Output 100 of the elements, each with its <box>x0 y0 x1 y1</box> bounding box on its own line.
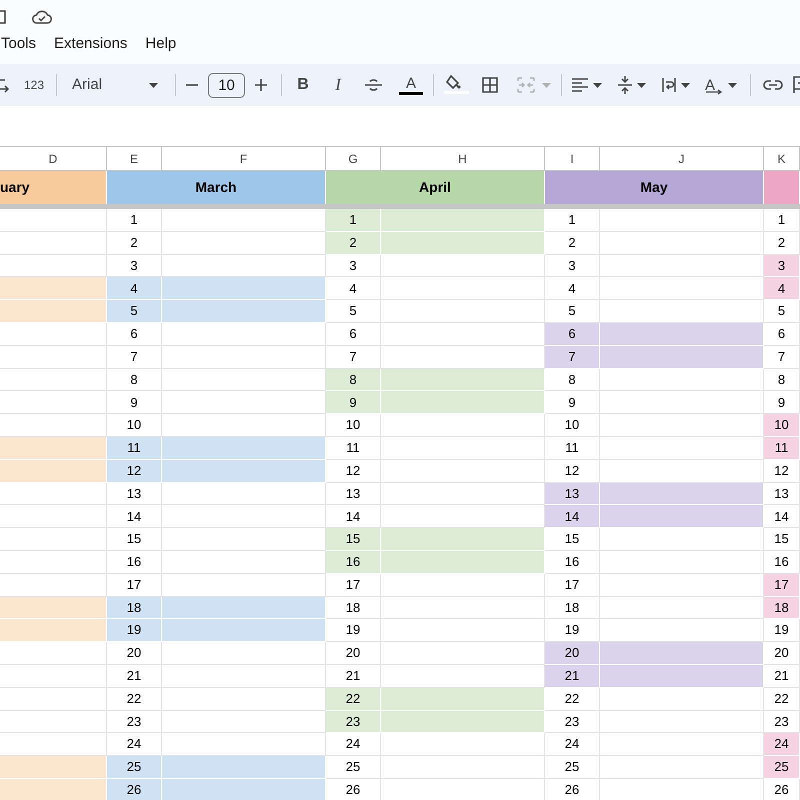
day-cell: 9 <box>107 391 162 414</box>
day-cell: 23 <box>545 710 600 734</box>
dropdown-caret-icon[interactable] <box>637 82 646 88</box>
day-cell: 5 <box>545 300 600 323</box>
day-cell: 17 <box>545 574 600 597</box>
day-cell: 5 <box>764 300 800 323</box>
day-cell: 8 <box>107 368 162 392</box>
day-cell: 5 <box>326 300 381 323</box>
menu-item[interactable]: Tools <box>1 32 36 56</box>
day-cell: 18 <box>764 596 800 620</box>
align-left-icon[interactable] <box>572 78 588 92</box>
day-cell: 24 <box>545 733 600 756</box>
column-header[interactable]: H <box>381 147 545 171</box>
plus-icon[interactable] <box>255 79 268 91</box>
day-cell: 12 <box>326 460 381 483</box>
day-cell: 12 <box>764 460 800 483</box>
day-cell: 7 <box>107 346 162 369</box>
dropdown-caret-icon[interactable] <box>681 82 690 88</box>
day-cell: 1 <box>107 209 162 232</box>
day-cell: 16 <box>545 550 600 574</box>
day-cell: 17 <box>326 574 381 597</box>
column-header[interactable]: E <box>107 147 162 171</box>
month-header: May <box>545 171 764 204</box>
day-cell: 21 <box>764 664 800 688</box>
day-cell: 21 <box>107 664 162 688</box>
column-header[interactable]: I <box>545 147 600 171</box>
month-header: uary <box>0 171 107 204</box>
day-cell: 11 <box>545 436 600 460</box>
day-cell: 4 <box>107 277 162 300</box>
day-cell: 23 <box>107 710 162 734</box>
day-cell: 12 <box>545 460 600 483</box>
bold-button[interactable]: B <box>297 73 310 97</box>
day-cell: 23 <box>764 710 800 734</box>
day-cell: 13 <box>326 482 381 506</box>
dropdown-caret-icon[interactable] <box>149 82 158 88</box>
day-cell: 16 <box>764 550 800 574</box>
day-cell: 14 <box>107 505 162 528</box>
column-header[interactable]: G <box>326 147 381 171</box>
day-cell: 12 <box>107 460 162 483</box>
day-cell: 16 <box>326 550 381 574</box>
day-cell: 8 <box>545 368 600 392</box>
decimal-arrow-icon[interactable] <box>0 77 10 93</box>
day-cell: 15 <box>545 528 600 551</box>
borders-icon[interactable] <box>482 77 498 93</box>
arrow-icon <box>705 89 724 95</box>
menu-item[interactable]: Help <box>145 32 176 56</box>
day-cell: 2 <box>326 232 381 255</box>
day-cell: 3 <box>107 254 162 278</box>
paint-bucket-icon[interactable] <box>444 75 470 95</box>
day-cell: 6 <box>326 322 381 346</box>
vertical-align-icon[interactable] <box>618 76 632 94</box>
text-wrap-icon[interactable] <box>662 77 676 93</box>
font-dropdown[interactable]: Arial <box>72 74 148 96</box>
day-cell: 9 <box>545 391 600 414</box>
day-cell: 22 <box>326 688 381 711</box>
day-cell: 18 <box>107 596 162 620</box>
day-cell: 21 <box>545 664 600 688</box>
dropdown-caret-icon[interactable] <box>593 82 602 88</box>
strikethrough-icon[interactable] <box>365 77 382 93</box>
column-header[interactable]: K <box>764 147 800 171</box>
day-cell: 20 <box>107 642 162 665</box>
italic-button[interactable]: I <box>333 72 344 98</box>
column-header[interactable]: J <box>600 147 764 171</box>
day-cell: 19 <box>545 619 600 642</box>
day-cell: 14 <box>326 505 381 528</box>
text-rotation-button[interactable]: A <box>705 75 724 95</box>
day-cell: 1 <box>545 209 600 232</box>
day-cell: 25 <box>326 756 381 779</box>
dropdown-caret-icon[interactable] <box>728 82 738 88</box>
day-cell: 18 <box>545 596 600 620</box>
day-cell: 7 <box>545 346 600 369</box>
day-cell: 6 <box>545 322 600 346</box>
day-cell: 10 <box>326 414 381 437</box>
day-cell: 19 <box>764 619 800 642</box>
column-header[interactable]: D <box>0 147 107 171</box>
day-cell: 13 <box>107 482 162 506</box>
day-cell: 2 <box>545 232 600 255</box>
day-cell: 17 <box>107 574 162 597</box>
day-cell: 1 <box>764 209 800 232</box>
day-cell: 6 <box>764 322 800 346</box>
day-cell: 8 <box>764 368 800 392</box>
font-size-field[interactable]: 10 <box>208 72 246 98</box>
day-cell: 6 <box>107 322 162 346</box>
day-cell: 17 <box>764 574 800 597</box>
column-header[interactable]: F <box>162 147 326 171</box>
day-cell: 13 <box>764 482 800 506</box>
day-cell: 24 <box>107 733 162 756</box>
text-color-button[interactable]: A <box>399 76 424 94</box>
number-format-button[interactable]: 123 <box>24 76 44 94</box>
day-cell: 15 <box>326 528 381 551</box>
day-cell: 7 <box>764 346 800 369</box>
day-cell: 11 <box>764 436 800 460</box>
menu-item[interactable]: Extensions <box>54 32 128 56</box>
day-cell: 20 <box>545 642 600 665</box>
day-cell: 25 <box>764 756 800 779</box>
month-header: April <box>326 171 545 204</box>
day-cell: 4 <box>764 277 800 300</box>
link-icon[interactable] <box>763 80 784 90</box>
day-cell: 13 <box>545 482 600 506</box>
cloud-check-icon[interactable] <box>32 10 52 24</box>
